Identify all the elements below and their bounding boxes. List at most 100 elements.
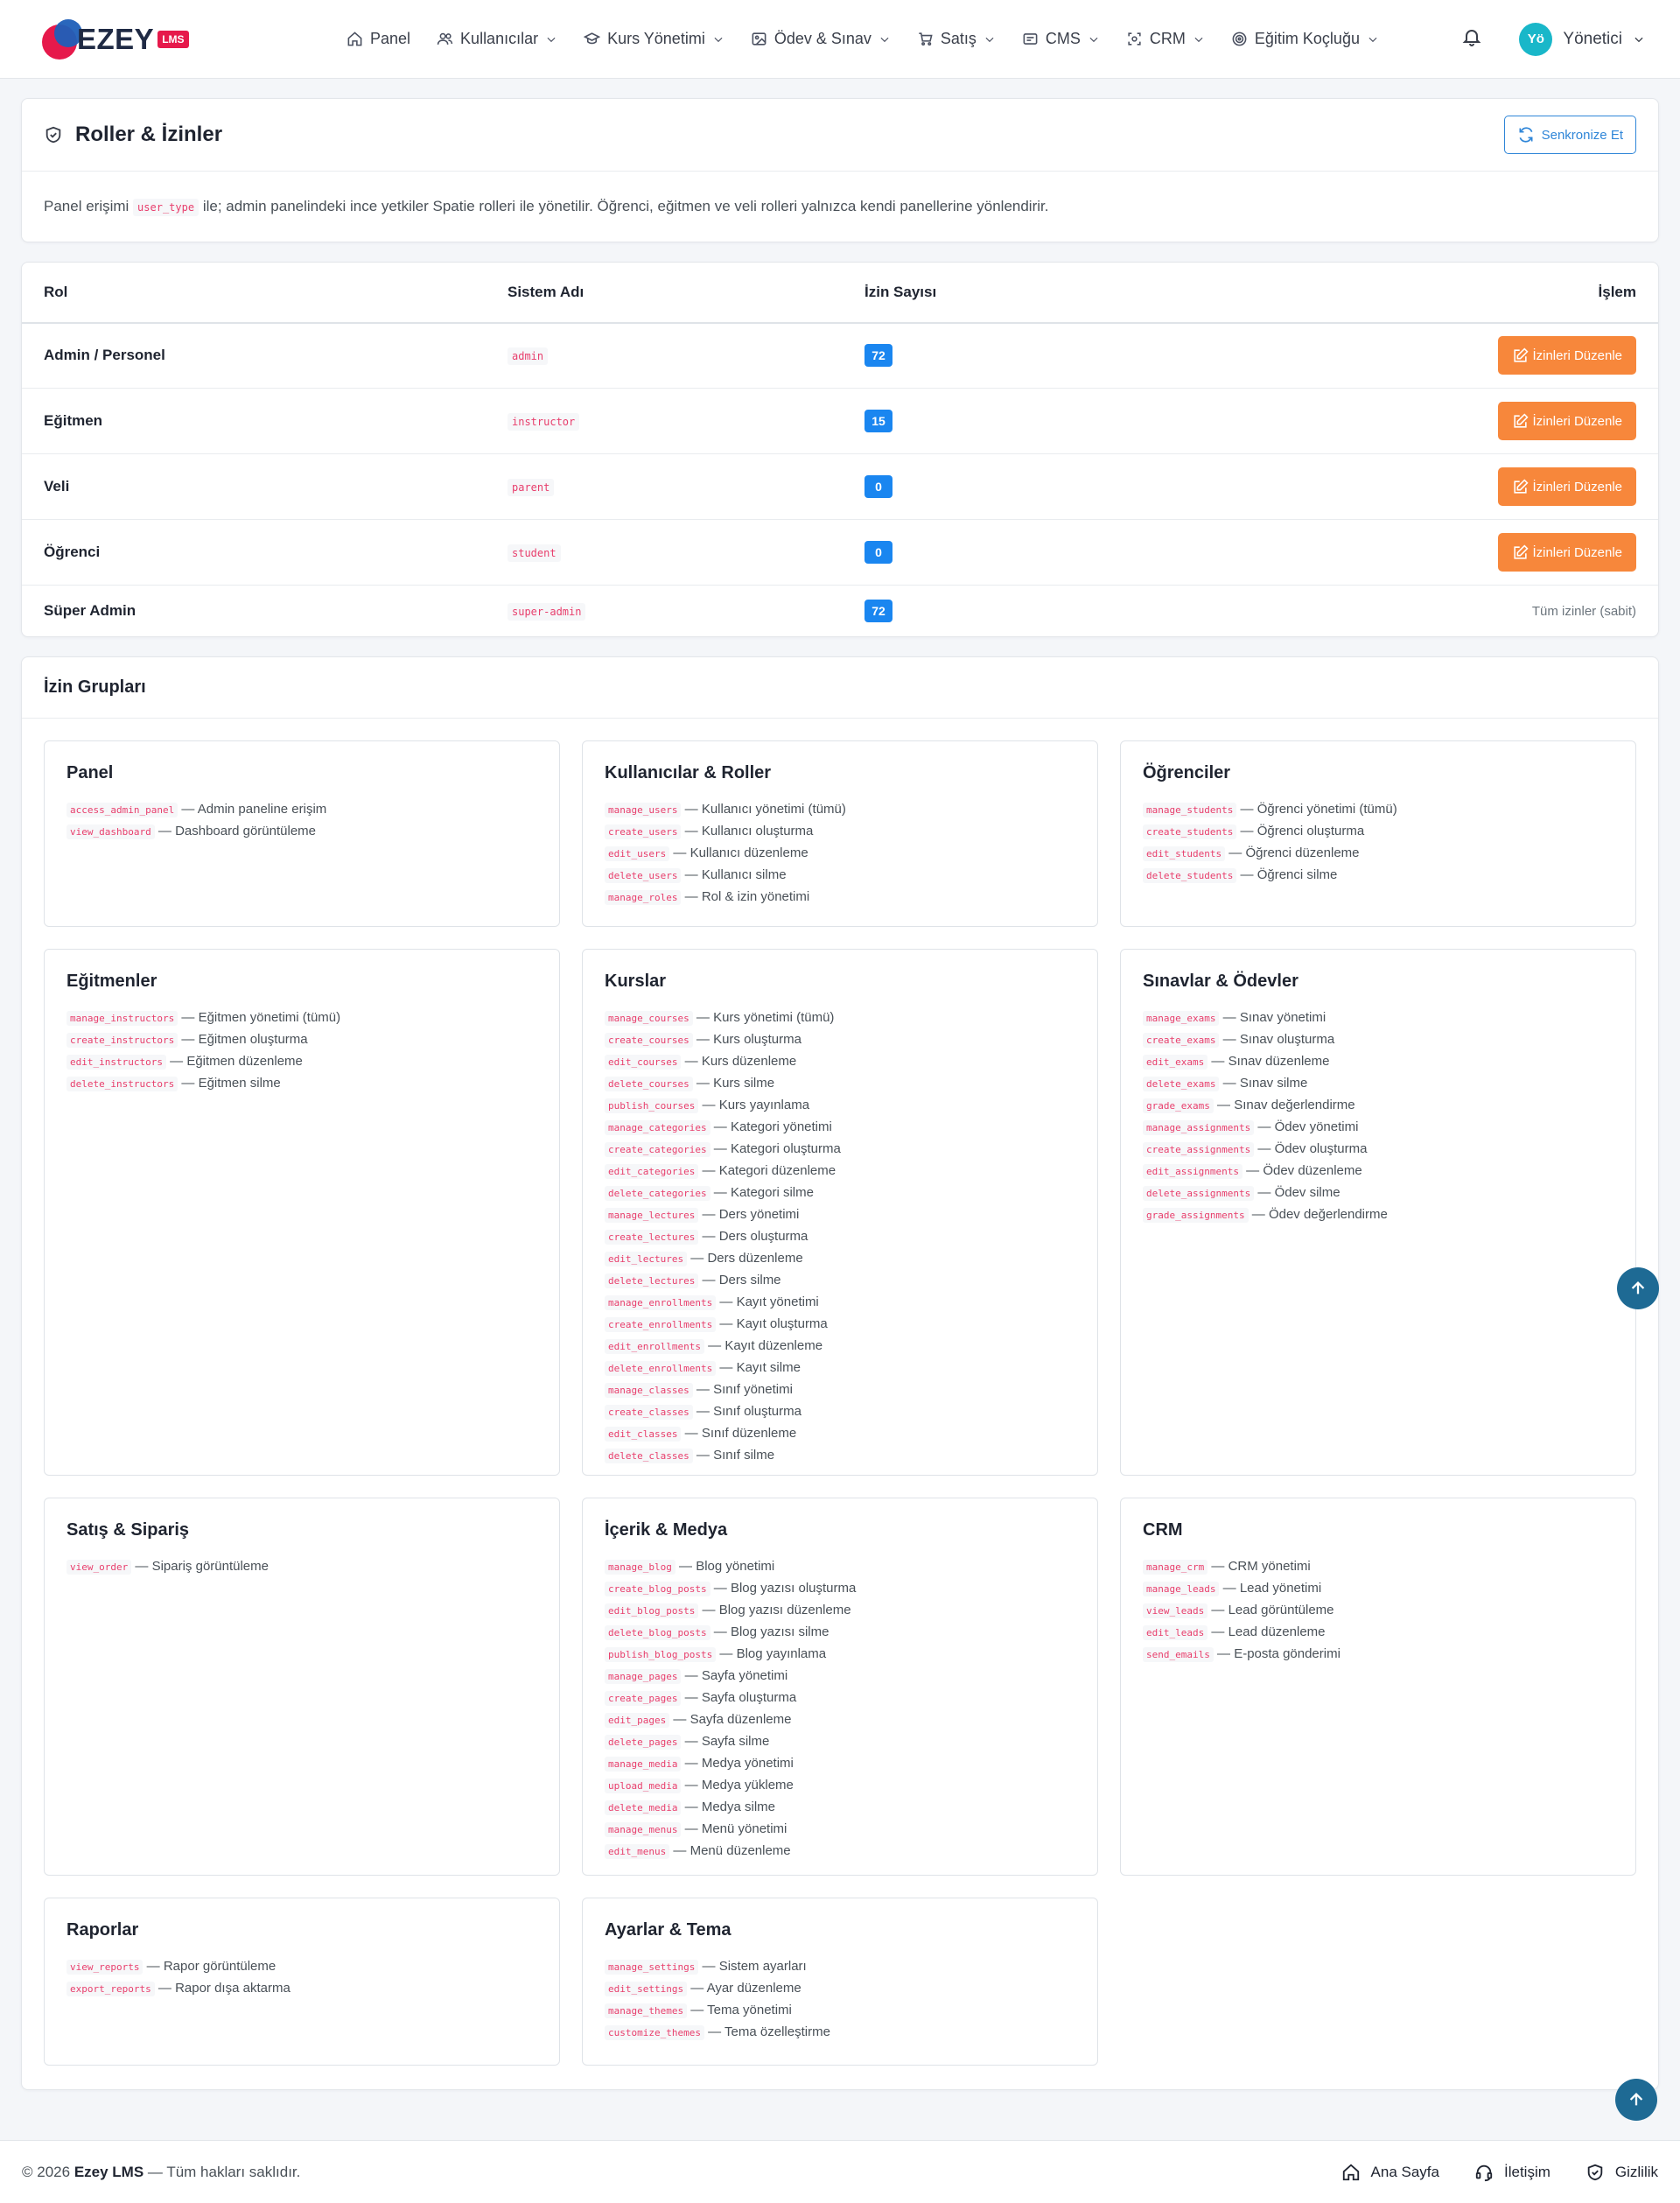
edit-permissions-button[interactable]: İzinleri Düzenle [1498, 467, 1636, 506]
permission-key: create_classes [605, 1404, 693, 1420]
logo[interactable]: EZEY LMS [42, 18, 296, 61]
permission-item: create_classes — Sınıf oluşturma [605, 1401, 1075, 1423]
footer-link-privacy[interactable]: Gizlilik [1586, 2163, 1658, 2182]
permission-item: publish_blog_posts — Blog yayınlama [605, 1644, 1075, 1666]
permission-group: İçerik & Medya manage_blog — Blog yönetim… [582, 1497, 1098, 1876]
permission-key: create_instructors [66, 1032, 178, 1048]
permission-key: send_emails [1143, 1646, 1214, 1662]
permission-key: edit_categories [605, 1163, 699, 1179]
permission-key: edit_lectures [605, 1251, 688, 1266]
nav-item-cms[interactable]: CMS [1022, 30, 1100, 48]
permission-description: Rapor dışa aktarma [175, 1980, 290, 1996]
nav-item-assignments-exams[interactable]: Ödev & Sınav [751, 30, 891, 48]
permission-item: create_courses — Kurs oluşturma [605, 1029, 1075, 1051]
permission-key: delete_users [605, 867, 682, 883]
nav-item-sales[interactable]: Satış [917, 30, 996, 48]
table-header-row: Rol Sistem Adı İzin Sayısı İşlem [22, 262, 1658, 324]
permission-key: publish_courses [605, 1098, 699, 1113]
image-icon [752, 32, 766, 46]
permission-key: create_lectures [605, 1229, 699, 1245]
table-row: Öğrenci student 0 İzinleri Düzenle [22, 519, 1658, 586]
permission-description: Kullanıcı düzenleme [690, 845, 808, 860]
permission-description: Kurs oluşturma [713, 1031, 802, 1047]
main-nav: Panel Kullanıcılar Kurs Yönetimi Ödev & … [346, 30, 1461, 48]
permission-item: delete_blog_posts — Blog yazısı silme [605, 1622, 1075, 1644]
permission-group-title: İçerik & Medya [605, 1519, 728, 1540]
edit-permissions-label: İzinleri Düzenle [1532, 347, 1622, 363]
footer-links: Ana Sayfa İletişim Gizlilik [1341, 2163, 1658, 2182]
roles-table-card: Rol Sistem Adı İzin Sayısı İşlem Admin /… [21, 261, 1659, 637]
edit-permissions-button[interactable]: İzinleri Düzenle [1498, 402, 1636, 440]
permission-key: manage_media [605, 1756, 682, 1772]
permission-key: grade_exams [1143, 1098, 1214, 1113]
footer-link-contact[interactable]: İletişim [1474, 2163, 1550, 2182]
nav-item-users[interactable]: Kullanıcılar [437, 30, 557, 48]
permission-group-title: Ayarlar & Tema [605, 1919, 732, 1940]
nav-item-coaching[interactable]: Eğitim Koçluğu [1231, 30, 1379, 48]
permission-description: Eğitmen oluşturma [198, 1031, 308, 1047]
fixed-permissions-text: Tüm izinler (sabit) [1531, 603, 1636, 619]
roles-info-card: Roller & İzinler Senkronize Et Panel eri… [21, 98, 1659, 242]
permission-key: manage_assignments [1143, 1119, 1255, 1135]
footer-link-home[interactable]: Ana Sayfa [1341, 2163, 1439, 2182]
permission-item: create_enrollments — Kayıt oluşturma [605, 1314, 1075, 1336]
permission-key: delete_assignments [1143, 1185, 1255, 1201]
permission-item: edit_exams — Sınav düzenleme [1143, 1051, 1614, 1073]
sync-button[interactable]: Senkronize Et [1503, 116, 1636, 154]
permission-item: edit_students — Öğrenci düzenleme [1143, 843, 1614, 865]
scan-icon [1128, 32, 1141, 46]
permission-item: create_assignments — Ödev oluşturma [1143, 1139, 1614, 1161]
permission-group-title: Kullanıcılar & Roller [605, 762, 772, 782]
nav-item-crm[interactable]: CRM [1126, 30, 1205, 48]
nav-item-panel[interactable]: Panel [346, 30, 410, 48]
permission-description: Blog yazısı silme [730, 1624, 830, 1639]
edit-permissions-button[interactable]: İzinleri Düzenle [1498, 533, 1636, 572]
permission-count-badge: 72 [864, 344, 892, 368]
permission-key: delete_lectures [605, 1273, 699, 1288]
permission-description: Öğrenci yönetimi (tümü) [1256, 801, 1397, 817]
shield-icon [1587, 2164, 1603, 2180]
permission-item: create_pages — Sayfa oluşturma [605, 1687, 1075, 1709]
permission-description: Öğrenci düzenleme [1245, 845, 1360, 860]
permission-description: E-posta gönderimi [1234, 1645, 1340, 1661]
edit-icon [1514, 544, 1529, 559]
permission-description: Kullanıcı yönetimi (tümü) [701, 801, 846, 817]
permission-key: edit_leads [1143, 1624, 1208, 1640]
edit-icon [1514, 412, 1529, 428]
permission-key: edit_courses [605, 1054, 682, 1070]
permission-item: manage_classes — Sınıf yönetimi [605, 1379, 1075, 1401]
bell-icon [1462, 30, 1481, 46]
scroll-to-top-button[interactable] [1615, 2079, 1657, 2121]
permission-item: create_instructors — Eğitmen oluşturma [66, 1029, 537, 1051]
permission-description: Menü yönetimi [701, 1821, 788, 1836]
permission-description: Sınav silme [1239, 1075, 1308, 1091]
edit-permissions-button[interactable]: İzinleri Düzenle [1498, 336, 1636, 375]
arrow-up-icon [1629, 2092, 1643, 2106]
role-system-name: admin [508, 347, 549, 366]
permission-key: edit_enrollments [605, 1338, 704, 1354]
permission-item: manage_blog — Blog yönetimi [605, 1556, 1075, 1578]
user-menu[interactable]: Yö Yönetici [1519, 22, 1645, 56]
permission-description: Sınıf düzenleme [701, 1425, 797, 1441]
refresh-icon [1519, 127, 1533, 143]
chevron-down-icon [1089, 37, 1098, 42]
nav-item-course-management[interactable]: Kurs Yönetimi [584, 30, 724, 48]
home-icon [1342, 2164, 1359, 2180]
permission-group: Kullanıcılar & Roller manage_users — Kull… [582, 740, 1098, 927]
permission-item: delete_courses — Kurs silme [605, 1073, 1075, 1095]
permission-key: edit_settings [605, 1981, 688, 1996]
scroll-to-top-button[interactable] [1617, 1267, 1659, 1309]
permission-key: manage_categories [605, 1119, 710, 1135]
permission-key: delete_blog_posts [605, 1624, 710, 1640]
permission-description: Medya silme [701, 1799, 776, 1814]
nav-item-label: Kullanıcılar [460, 30, 539, 47]
copyright-prefix: © 2026 [22, 2163, 71, 2180]
permission-description: Ödev düzenleme [1263, 1162, 1362, 1178]
permission-key: create_blog_posts [605, 1581, 710, 1596]
permission-description: Rol & izin yönetimi [701, 888, 810, 904]
permission-item: manage_exams — Sınav yönetimi [1143, 1007, 1614, 1029]
footer: © 2026 Ezey LMS — Tüm hakları saklıdır. … [0, 2140, 1680, 2203]
permission-description: Sınav oluşturma [1239, 1031, 1335, 1047]
permission-item: edit_leads — Lead düzenleme [1143, 1622, 1614, 1644]
notifications-button[interactable] [1461, 26, 1482, 52]
